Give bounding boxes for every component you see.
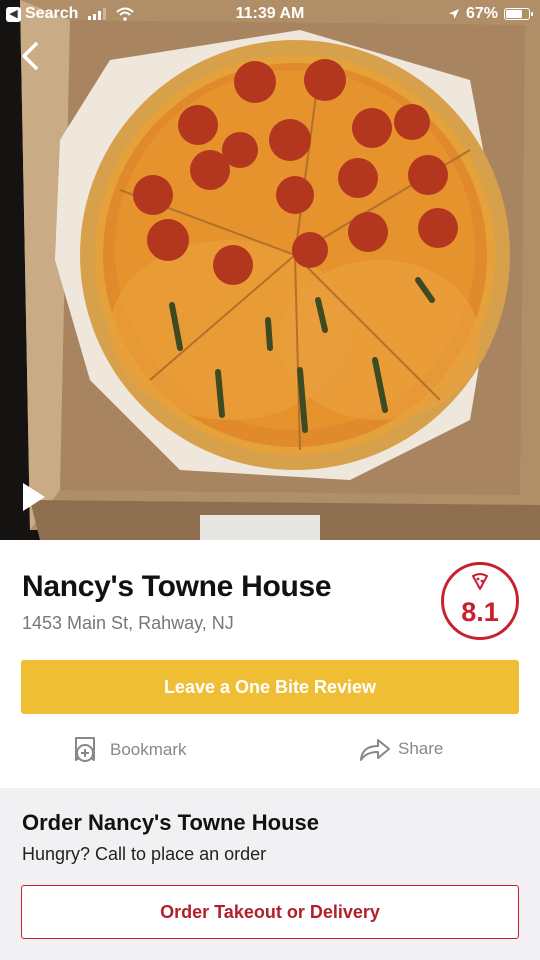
score-value: 8.1 [461, 597, 499, 627]
order-title: Order Nancy's Towne House [22, 810, 320, 835]
bookmark-add-icon [75, 737, 95, 762]
bookmark-label: Bookmark [110, 740, 187, 759]
restaurant-name: Nancy's Towne House [22, 570, 332, 603]
location-arrow-icon [448, 9, 459, 19]
share-button[interactable]: Share [358, 736, 443, 762]
hero-photo[interactable]: ◀ Search 11:39 AM 67% [0, 0, 540, 540]
leave-review-button[interactable]: Leave a One Bite Review [21, 660, 519, 714]
status-right: 67% [448, 5, 533, 23]
restaurant-address[interactable]: 1453 Main St, Rahway, NJ [22, 613, 234, 634]
play-icon[interactable] [20, 480, 48, 514]
score-badge: 8.1 [441, 562, 519, 640]
pizza-photo [0, 0, 540, 540]
bookmark-button[interactable]: Bookmark [72, 736, 187, 764]
battery-icon [504, 8, 533, 20]
battery-percent: 67% [465, 5, 498, 22]
order-subtitle: Hungry? Call to place an order [22, 844, 267, 864]
share-arrow-icon [360, 739, 390, 761]
share-label: Share [398, 739, 444, 758]
status-bar: ◀ Search 11:39 AM 67% [0, 0, 540, 30]
order-section: Order Nancy's Towne House Hungry? Call t… [0, 788, 540, 960]
chevron-left-icon[interactable] [14, 36, 48, 76]
order-takeout-delivery-button[interactable]: Order Takeout or Delivery [21, 885, 519, 939]
restaurant-info: Nancy's Towne House 1453 Main St, Rahway… [0, 540, 540, 788]
pizza-slice-icon [472, 573, 488, 590]
